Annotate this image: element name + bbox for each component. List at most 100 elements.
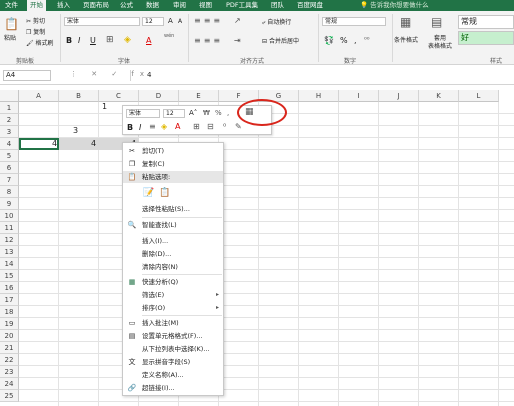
column-header-i[interactable]: I: [339, 90, 379, 102]
currency-icon[interactable]: 💱: [324, 36, 334, 45]
row-header-24[interactable]: 24: [0, 378, 19, 390]
select-all-corner[interactable]: [0, 90, 19, 102]
row-header-15[interactable]: 15: [0, 270, 19, 282]
mini-fill-color-icon[interactable]: ◈: [161, 122, 167, 131]
borders-icon[interactable]: ⊞: [106, 35, 114, 45]
row-header-11[interactable]: 11: [0, 222, 19, 234]
cut-button[interactable]: ✂ 剪切: [26, 16, 45, 25]
conditional-format-icon[interactable]: ▦: [400, 15, 411, 29]
menu-item-pick-from-list[interactable]: 从下拉列表中选择(K)...: [123, 343, 223, 355]
menu-item-delete[interactable]: 删除(D)...: [123, 248, 223, 260]
conditional-format-button[interactable]: 条件格式: [394, 35, 418, 44]
column-header-e[interactable]: E: [179, 90, 219, 102]
mini-decimal-icon[interactable]: ⁰: [223, 122, 226, 131]
fill-color-icon[interactable]: ◈: [124, 35, 131, 45]
font-name-select[interactable]: 宋体: [64, 17, 140, 26]
menu-item-define-name[interactable]: 定义名称(A)...: [123, 369, 223, 381]
style-normal[interactable]: 常规: [458, 15, 514, 29]
row-header-6[interactable]: 6: [0, 162, 19, 174]
font-color-button[interactable]: A: [146, 36, 151, 45]
name-box[interactable]: A4: [3, 70, 51, 81]
row-header-2[interactable]: 2: [0, 114, 19, 126]
indent-icon[interactable]: ⇥: [234, 36, 241, 45]
wrap-text-button[interactable]: ⤶ 自动换行: [262, 17, 291, 27]
row-header-3[interactable]: 3: [0, 126, 19, 138]
mini-italic-button[interactable]: I: [139, 123, 141, 132]
tab-pdf-tools[interactable]: PDF工具集: [223, 0, 261, 11]
mini-grow-font-icon[interactable]: A˄: [189, 109, 197, 117]
row-header-17[interactable]: 17: [0, 294, 19, 306]
menu-item-quick-analysis[interactable]: ▦ 快速分析(Q): [123, 276, 223, 288]
paste-button[interactable]: 粘贴: [4, 33, 16, 42]
menu-item-clear-contents[interactable]: 清除内容(N): [123, 261, 223, 273]
cell-b3[interactable]: 3: [73, 126, 78, 135]
font-size-select[interactable]: 12: [142, 17, 164, 26]
merge-center-button[interactable]: ⊟ 合并后居中: [262, 36, 299, 45]
mini-size-select[interactable]: 12: [163, 109, 185, 118]
table-format-icon[interactable]: ▤: [431, 15, 442, 29]
paste-option-icon[interactable]: 📝: [143, 187, 154, 199]
tab-page-layout[interactable]: 页面布局: [80, 0, 112, 11]
horizontal-align-icons[interactable]: ≡≡≡: [194, 36, 223, 45]
decimal-icons[interactable]: ⁰⁰: [364, 36, 370, 44]
cell-a4[interactable]: 4: [52, 139, 57, 148]
menu-item-smart-lookup[interactable]: 🔍 智能查找(L): [123, 219, 223, 231]
percent-button[interactable]: %: [340, 36, 348, 45]
orientation-icon[interactable]: ↗: [234, 16, 241, 25]
row-header-12[interactable]: 12: [0, 234, 19, 246]
paste-icon[interactable]: 📋: [4, 17, 19, 31]
mini-bold-button[interactable]: B: [127, 123, 133, 132]
bold-button[interactable]: B: [66, 36, 72, 45]
row-header-5[interactable]: 5: [0, 150, 19, 162]
row-header-7[interactable]: 7: [0, 174, 19, 186]
italic-button[interactable]: I: [78, 36, 80, 45]
menu-item-phonetic[interactable]: 文显示拼音字段(S): [123, 356, 223, 368]
mini-merge-icon[interactable]: ⊟: [207, 122, 214, 131]
number-format-select[interactable]: 常规: [322, 17, 386, 26]
tab-home[interactable]: 开始: [27, 0, 46, 11]
menu-item-sort[interactable]: 排序(O) ▸: [123, 302, 223, 314]
row-header-13[interactable]: 13: [0, 246, 19, 258]
underline-button[interactable]: U: [90, 36, 96, 45]
menu-item-cut[interactable]: ✂ 剪切(T): [123, 145, 223, 157]
row-header-21[interactable]: 21: [0, 342, 19, 354]
column-header-k[interactable]: K: [419, 90, 459, 102]
paste-values-icon[interactable]: 📋: [159, 187, 170, 199]
tab-data[interactable]: 数据: [143, 0, 162, 11]
row-header-18[interactable]: 18: [0, 306, 19, 318]
row-header-4[interactable]: 4: [0, 138, 19, 150]
column-header-c[interactable]: C: [99, 90, 139, 102]
column-header-l[interactable]: L: [459, 90, 499, 102]
row-header-9[interactable]: 9: [0, 198, 19, 210]
cell-b1[interactable]: 1: [102, 102, 107, 111]
mini-number-format-icon[interactable]: ₩: [203, 109, 210, 117]
tab-file[interactable]: 文件: [2, 0, 21, 11]
mini-borders-icon[interactable]: ⊞: [193, 122, 200, 131]
row-header-8[interactable]: 8: [0, 186, 19, 198]
row-header-10[interactable]: 10: [0, 210, 19, 222]
mini-comma-icon[interactable]: ,: [227, 109, 229, 117]
row-header-1[interactable]: 1: [0, 102, 19, 114]
tell-me-search[interactable]: 💡 告诉我你想要做什么: [360, 0, 429, 11]
menu-item-insert[interactable]: 插入(I)...: [123, 235, 223, 247]
mini-font-color-icon[interactable]: A: [175, 122, 180, 131]
row-header-20[interactable]: 20: [0, 330, 19, 342]
format-as-table-button[interactable]: 套用 表格格式: [428, 35, 452, 51]
grow-font-button[interactable]: A: [168, 17, 173, 25]
shrink-font-button[interactable]: A: [178, 18, 182, 25]
mini-eraser-icon[interactable]: ✎: [235, 122, 242, 131]
row-header-16[interactable]: 16: [0, 282, 19, 294]
vertical-align-icons[interactable]: ≡≡≡: [194, 16, 223, 25]
tab-formulas[interactable]: 公式: [117, 0, 136, 11]
tab-review[interactable]: 审阅: [170, 0, 189, 11]
cell-b4[interactable]: 4: [91, 139, 96, 148]
format-painter-button[interactable]: 🖌 格式刷: [26, 38, 54, 47]
mini-percent-icon[interactable]: %: [215, 109, 222, 117]
tab-baidu-netdisk[interactable]: 百度网盘: [294, 0, 326, 11]
menu-item-hyperlink[interactable]: 🔗 超链接(I)...: [123, 382, 223, 394]
tab-team[interactable]: 团队: [268, 0, 287, 11]
column-header-j[interactable]: J: [379, 90, 419, 102]
menu-item-copy[interactable]: ❐ 复制(C): [123, 158, 223, 170]
mini-align-icon[interactable]: ≡: [149, 122, 156, 131]
column-header-d[interactable]: D: [139, 90, 179, 102]
